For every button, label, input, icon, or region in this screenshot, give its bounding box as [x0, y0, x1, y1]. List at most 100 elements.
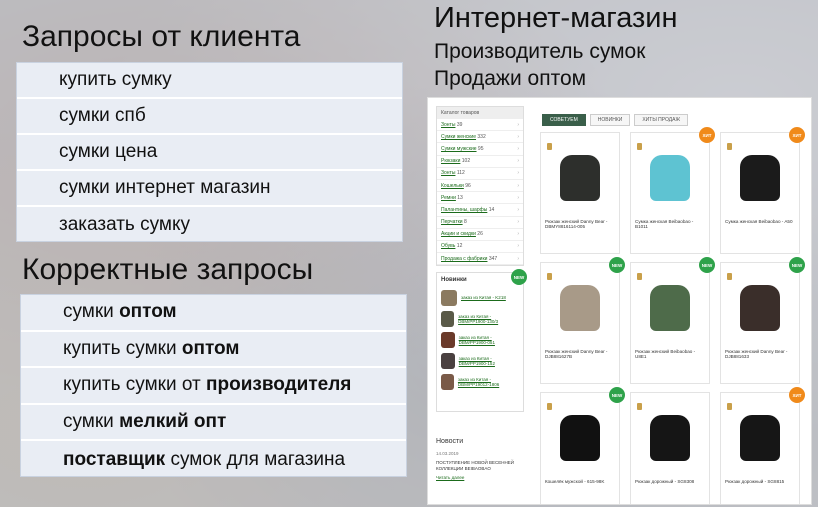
- shop-sidebar: Каталог товаров Зонты 39 › Сумки женские 3…: [436, 106, 527, 413]
- correct-queries-heading: Корректные запросы: [22, 253, 314, 286]
- catalog-item-count: 12: [455, 243, 463, 250]
- hit-badge: ХИТ: [789, 387, 805, 403]
- news-read-more-link[interactable]: Читать далее: [436, 475, 528, 480]
- tab-1[interactable]: СОВЕТУЕМ: [542, 114, 586, 126]
- new-item[interactable]: заказ из Китая - K218: [437, 287, 523, 308]
- new-item-link[interactable]: заказ из Китая - DBM/PP1900-130/3: [458, 314, 519, 324]
- catalog-item-count: 14: [487, 206, 495, 213]
- catalog-item-count: 39: [455, 121, 463, 128]
- catalog-item-label: Продажа с фабрики: [441, 255, 488, 262]
- catalog-item[interactable]: Кошельки 96 ›: [437, 180, 523, 193]
- correct-query-item: поставщик сумок для магазина: [21, 441, 406, 478]
- new-item-link[interactable]: заказ из Китая - K218: [461, 295, 506, 300]
- product-thumbnail: [441, 310, 455, 327]
- product-name[interactable]: Рюкзак дорожный - SG8308: [635, 479, 705, 484]
- tag-icon: [727, 273, 732, 280]
- product-name[interactable]: Рюкзак дорожный - SG8815: [725, 479, 795, 484]
- catalog-item[interactable]: Ремни 13 ›: [437, 192, 523, 205]
- client-queries-heading: Запросы от клиента: [22, 20, 301, 53]
- news-date: 14.03.2019: [436, 451, 459, 456]
- query-text: сумки: [63, 301, 120, 323]
- product-card[interactable]: NEW Рюкзак женский Danny Bear - DJB881627…: [540, 257, 625, 384]
- catalog-item[interactable]: Палантины, шарфы 14 ›: [437, 204, 523, 217]
- catalog-item[interactable]: Сумки мужские 95 ›: [437, 143, 523, 156]
- product-name[interactable]: Рюкзак женский Danny Bear - DJB881633: [725, 349, 795, 360]
- catalog-item-label: Рюкзаки: [441, 158, 461, 165]
- catalog-item[interactable]: Рюкзаки 102 ›: [437, 156, 523, 168]
- client-query-item: сумки интернет магазин: [17, 171, 402, 207]
- correct-query-item: купить сумки оптом: [21, 332, 406, 369]
- catalog-item-label: Перчатки: [441, 219, 463, 226]
- catalog-item[interactable]: Перчатки 8 ›: [437, 217, 523, 229]
- correct-queries-list: сумки оптом купить сумки оптом купить сумк…: [20, 294, 407, 477]
- catalog-item-count: 96: [463, 182, 471, 189]
- catalog-item[interactable]: Обувь 12 ›: [437, 241, 523, 254]
- catalog-item-label: Ремни: [441, 194, 456, 201]
- catalog-item-count: 13: [455, 194, 463, 201]
- query-text: купить сумки: [63, 337, 182, 359]
- new-badge: NEW: [789, 257, 805, 273]
- product-name[interactable]: Рюкзак женский Beibaobao - U8E1: [635, 349, 705, 360]
- chevron-right-icon: ›: [517, 158, 519, 165]
- product-card[interactable]: ХИТ Сумка женская Beibaobao - B1011: [630, 127, 715, 254]
- catalog-item-label: Сумки мужские: [441, 145, 477, 152]
- tab-2[interactable]: НОВИНКИ: [589, 114, 631, 126]
- chevron-right-icon: ›: [517, 219, 519, 226]
- product-image: [639, 273, 701, 335]
- tag-icon: [547, 143, 552, 150]
- product-card[interactable]: NEW Рюкзак женский Beibaobao - U8E1: [630, 257, 715, 384]
- catalog-item[interactable]: Зонты 39 ›: [437, 119, 523, 132]
- tab-3[interactable]: ХИТЫ ПРОДАЖ: [634, 114, 689, 126]
- chevron-right-icon: ›: [517, 206, 519, 213]
- news-title: Новости: [436, 438, 464, 445]
- product-name[interactable]: Рюкзак женский Danny Bear - DBMY8816114-…: [545, 219, 615, 230]
- shop-screenshot: Каталог товаров Зонты 39 › Сумки женские 3…: [427, 97, 812, 505]
- tag-icon: [547, 273, 552, 280]
- product-card[interactable]: Рюкзак женский Danny Bear - DBMY8816114-…: [540, 132, 620, 254]
- product-card[interactable]: ХИТ Рюкзак дорожный - SG8815: [720, 387, 805, 504]
- bag-shape: [560, 285, 600, 331]
- product-thumbnail: [441, 352, 455, 369]
- new-item[interactable]: заказ из Китая - DBM/PP1900-152: [437, 350, 523, 371]
- product-image: [549, 403, 611, 465]
- shop-heading: Интернет-магазин: [434, 2, 678, 34]
- tag-icon: [727, 143, 732, 150]
- catalog-item-count: 332: [476, 133, 486, 140]
- new-item-link[interactable]: заказ из Китая - DBM/PP1900-152: [459, 356, 519, 366]
- new-item[interactable]: заказ из Китая - DBM/PP1900-130/3: [437, 308, 523, 329]
- product-name[interactable]: Кошелёк мужской - 615-98K: [545, 479, 615, 484]
- news-text: ПОСТУПЛЕНИЕ НОВОЙ ВЕСЕННЕЙ КОЛЛЕКЦИИ BEI…: [436, 460, 514, 471]
- chevron-right-icon: ›: [517, 182, 519, 189]
- new-item[interactable]: заказ из Китая - DBM/PP1900-051: [437, 329, 523, 350]
- new-item-link[interactable]: заказ из Китая - DBM/PP19012-1806: [458, 377, 519, 387]
- catalog-item[interactable]: Продажа с фабрики 347 ›: [437, 253, 523, 266]
- tag-icon: [547, 403, 552, 410]
- chevron-right-icon: ›: [517, 133, 519, 140]
- chevron-right-icon: ›: [517, 231, 519, 238]
- catalog-item-count: 95: [476, 145, 484, 152]
- bag-shape: [560, 155, 600, 201]
- product-card[interactable]: NEW Кошелёк мужской - 615-98K: [540, 387, 625, 504]
- catalog-item[interactable]: Зонты 112 ›: [437, 168, 523, 180]
- query-keyword: мелкий опт: [119, 411, 227, 433]
- catalog-item-count: 347: [487, 255, 498, 262]
- new-item[interactable]: заказ из Китая - DBM/PP19012-1806: [437, 371, 523, 392]
- product-card[interactable]: Рюкзак дорожный - SG8308: [630, 392, 710, 504]
- catalog-item[interactable]: Сумки женские 332 ›: [437, 131, 523, 144]
- product-name[interactable]: Рюкзак женский Danny Bear - DJB881627B: [545, 349, 615, 360]
- chevron-right-icon: ›: [517, 170, 519, 177]
- query-text: сумок для магазина: [165, 448, 346, 470]
- product-name[interactable]: Сумка женская Beibaobao - A50: [725, 219, 795, 224]
- query-text: сумки: [63, 411, 120, 433]
- product-name[interactable]: Сумка женская Beibaobao - B1011: [635, 219, 705, 230]
- chevron-right-icon: ›: [517, 145, 519, 152]
- bag-shape: [740, 285, 780, 331]
- catalog-item[interactable]: Акции и скидки 26 ›: [437, 229, 523, 241]
- product-card[interactable]: ХИТ Сумка женская Beibaobao - A50: [720, 127, 805, 254]
- client-query-item: сумки спб: [17, 99, 402, 135]
- bag-shape: [650, 285, 690, 331]
- product-card[interactable]: NEW Рюкзак женский Danny Bear - DJB881633: [720, 257, 805, 384]
- new-badge: NEW: [699, 257, 715, 273]
- catalog-box: Каталог товаров Зонты 39 › Сумки женские 3…: [436, 106, 524, 267]
- new-item-link[interactable]: заказ из Китая - DBM/PP1900-051: [459, 335, 519, 345]
